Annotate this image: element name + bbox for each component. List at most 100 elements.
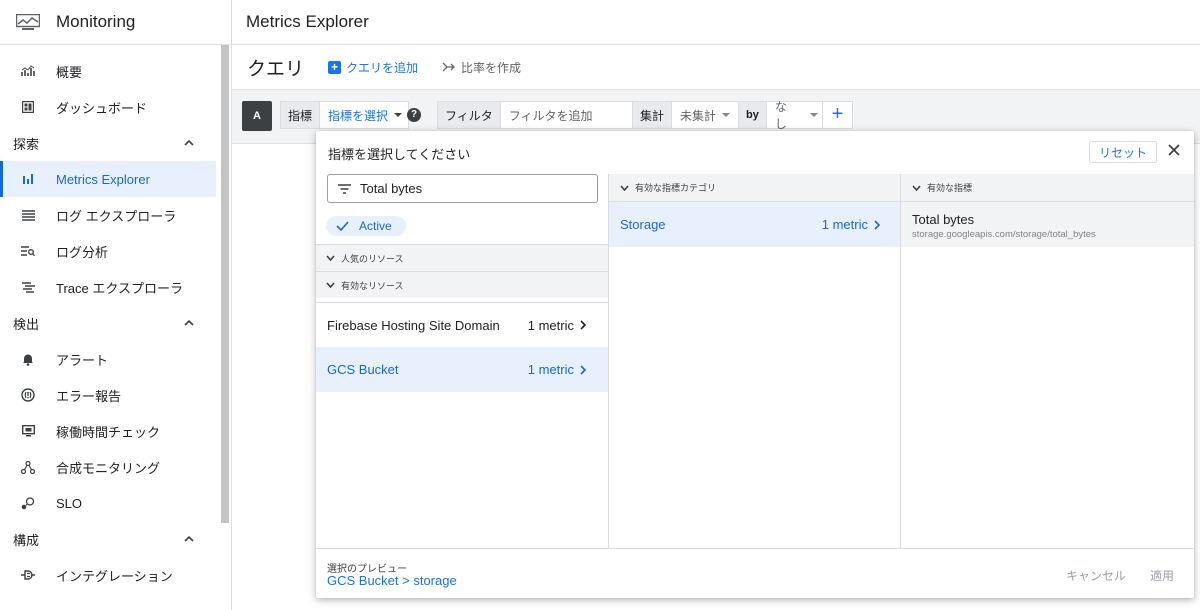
- category-header: 有効な指標カテゴリ: [609, 174, 900, 202]
- query-toolbar: クエリ + クエリを追加 比率を作成: [232, 45, 1200, 90]
- dropdown-caret-icon: [809, 113, 818, 117]
- metric-search-input[interactable]: Total bytes: [327, 174, 598, 203]
- chevron-down-icon: [912, 184, 921, 191]
- aggregation-value: 未集計: [680, 108, 717, 123]
- filter-selector[interactable]: フィルタ フィルタを追加: [437, 101, 634, 129]
- check-icon: [336, 221, 349, 231]
- metric-column: 有効な指標 Total bytes storage.googleapis.com…: [901, 174, 1194, 548]
- dashboard-icon: [20, 99, 36, 115]
- section-label: 検出: [13, 316, 40, 332]
- chevron-right-icon: [874, 219, 880, 230]
- sidebar-section-config[interactable]: 構成: [0, 521, 216, 557]
- aggregation-dropdown[interactable]: 未集計: [672, 101, 740, 129]
- aggregation-selector[interactable]: 集計 未集計 by なし: [632, 100, 827, 131]
- query-title: クエリ: [247, 58, 305, 80]
- chevron-up-icon: [184, 535, 194, 542]
- sidebar-item-label: アラート: [56, 352, 109, 368]
- metric-label: 指標: [280, 101, 321, 129]
- chevron-right-icon: [580, 364, 586, 375]
- add-row-button[interactable]: +: [822, 101, 853, 129]
- section-label: 構成: [13, 532, 40, 548]
- metric-dropdown[interactable]: 指標を選択: [320, 101, 410, 129]
- resource-name: Firebase Hosting Site Domain: [327, 317, 500, 333]
- add-query-label: クエリを追加: [346, 60, 419, 75]
- chevron-up-icon: [184, 319, 194, 326]
- metric-name: Total bytes: [912, 212, 975, 227]
- error-report-icon: [20, 387, 36, 403]
- create-ratio-label: 比率を作成: [461, 60, 522, 75]
- popular-resources-group[interactable]: 人気のリソース: [316, 244, 608, 271]
- group-by-value: なし: [774, 100, 787, 131]
- metric-path: storage.googleapis.com/storage/total_byt…: [912, 229, 1096, 240]
- reset-button[interactable]: リセット: [1089, 141, 1157, 163]
- sidebar-section-detect[interactable]: 検出: [0, 305, 216, 341]
- sidebar-section-explore[interactable]: 探索: [0, 125, 216, 161]
- help-icon[interactable]: ?: [407, 108, 421, 122]
- header-label: 有効な指標カテゴリ: [635, 183, 717, 193]
- chart-icon: [20, 63, 36, 79]
- sidebar-scrollbar[interactable]: [221, 45, 229, 523]
- apply-button[interactable]: 適用: [1150, 567, 1174, 584]
- metric-row[interactable]: Total bytes storage.googleapis.com/stora…: [901, 202, 1194, 247]
- active-resources-group[interactable]: 有効なリソース: [316, 271, 608, 298]
- group-label: 人気のリソース: [341, 253, 404, 264]
- metric-value: 指標を選択: [328, 108, 389, 123]
- metric-picker-dialog: 指標を選択してください リセット Total bytes Active 人気のリ…: [316, 131, 1194, 598]
- aggregation-label: 集計: [632, 101, 673, 129]
- sidebar-item-label: インテグレーション: [56, 568, 173, 584]
- category-row-selected[interactable]: Storage 1 metric: [609, 202, 900, 247]
- sidebar-header: Monitoring: [0, 0, 231, 45]
- group-label: 有効なリソース: [341, 280, 404, 291]
- dropdown-caret-icon: [394, 113, 403, 117]
- sidebar-item-slo[interactable]: SLO: [0, 485, 216, 521]
- chevron-down-icon: [326, 282, 335, 288]
- resource-row-selected[interactable]: GCS Bucket 1 metric: [316, 347, 608, 392]
- sidebar-item-label: Metrics Explorer: [56, 171, 150, 187]
- sidebar-item-integrations[interactable]: インテグレーション: [0, 557, 216, 593]
- resource-column: Total bytes Active 人気のリソース 有効なリソース Fireb…: [316, 174, 609, 548]
- sidebar-item-logs-explorer[interactable]: ログ エクスプローラ: [0, 197, 216, 233]
- sidebar-item-label: SLO: [56, 495, 83, 511]
- sidebar-item-label: ログ分析: [56, 244, 109, 260]
- filter-input[interactable]: フィルタを追加: [500, 101, 634, 129]
- by-label: by: [739, 101, 767, 129]
- group-by-dropdown[interactable]: なし: [766, 100, 827, 131]
- sidebar-item-label: 稼働時間チェック: [56, 424, 161, 440]
- cancel-button[interactable]: キャンセル: [1066, 567, 1126, 584]
- query-letter-badge[interactable]: A: [242, 101, 272, 131]
- sidebar-item-label: ログ エクスプローラ: [56, 208, 177, 224]
- category-column: 有効な指標カテゴリ Storage 1 metric: [609, 174, 901, 548]
- app-title: Monitoring: [56, 12, 136, 31]
- synthetic-icon: [20, 459, 36, 475]
- resource-count: 1 metric: [527, 317, 574, 333]
- monitoring-logo-icon: [16, 14, 40, 30]
- sidebar-item-overview[interactable]: 概要: [0, 53, 216, 89]
- add-query-button[interactable]: + クエリを追加: [328, 59, 418, 76]
- sidebar-item-label: Trace エクスプローラ: [56, 280, 183, 296]
- dialog-footer: 選択のプレビュー GCS Bucket > storage キャンセル 適用: [316, 548, 1194, 598]
- active-filter-chip[interactable]: Active: [326, 216, 406, 236]
- plus-icon: +: [328, 60, 342, 74]
- create-ratio-button[interactable]: 比率を作成: [442, 59, 521, 76]
- metric-selector[interactable]: 指標 指標を選択: [280, 101, 410, 129]
- header-label: 有効な指標: [927, 183, 973, 193]
- resource-name: GCS Bucket: [327, 362, 399, 377]
- sidebar-item-dashboard[interactable]: ダッシュボード: [0, 89, 216, 125]
- chevron-down-icon: [620, 184, 629, 191]
- resource-row[interactable]: Firebase Hosting Site Domain 1 metric: [316, 302, 608, 347]
- sidebar-item-trace-explorer[interactable]: Trace エクスプローラ: [0, 269, 216, 305]
- sidebar-item-alerts[interactable]: アラート: [0, 341, 216, 377]
- sidebar-item-log-analytics[interactable]: ログ分析: [0, 233, 216, 269]
- merge-arrow-icon: [442, 62, 455, 72]
- sidebar-item-metrics-explorer[interactable]: Metrics Explorer: [0, 161, 216, 197]
- sidebar: Monitoring 概要 ダッシュボード 探索 Metrics Explore…: [0, 0, 232, 610]
- search-value: Total bytes: [360, 181, 423, 196]
- category-count: 1 metric: [821, 217, 868, 232]
- sidebar-item-uptime-checks[interactable]: 稼働時間チェック: [0, 413, 216, 449]
- close-icon[interactable]: [1166, 142, 1182, 158]
- sidebar-item-label: エラー報告: [56, 388, 122, 404]
- section-label: 探索: [13, 136, 40, 152]
- sidebar-item-error-reporting[interactable]: エラー報告: [0, 377, 216, 413]
- sidebar-item-synthetic-monitoring[interactable]: 合成モニタリング: [0, 449, 216, 485]
- sidebar-item-label: ダッシュボード: [56, 100, 148, 116]
